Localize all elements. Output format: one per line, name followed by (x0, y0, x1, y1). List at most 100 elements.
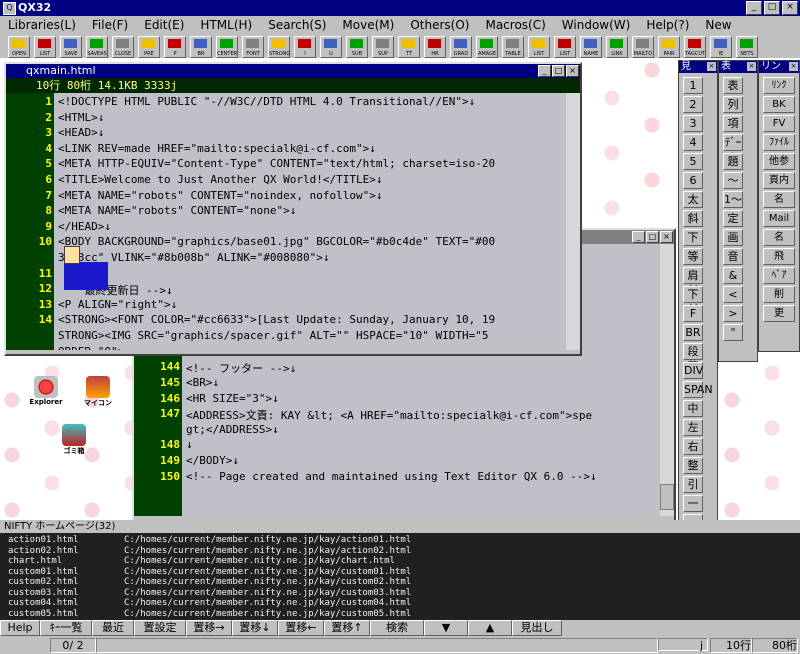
file-list-name[interactable]: action01.html (8, 535, 78, 545)
palette-button[interactable]: 段落 (683, 343, 703, 373)
toolbar-button[interactable]: U (320, 36, 342, 58)
explorer-desktop-icon[interactable]: Explorer (26, 376, 66, 406)
palette-button[interactable]: 左 (683, 419, 703, 436)
app-menu-icon[interactable]: Q (3, 2, 16, 15)
function-key-button[interactable]: 最近 (92, 620, 134, 636)
toolbar-button[interactable]: SUP (372, 36, 394, 58)
file-list-name[interactable]: chart.html (8, 556, 62, 566)
toolbar-button[interactable]: SAVEAS (86, 36, 108, 58)
toolbar-button[interactable]: HR (424, 36, 446, 58)
palette-button[interactable]: 中 (683, 400, 703, 417)
file-list-path[interactable]: C:/homes/current/member.nifty.ne.jp/kay/… (124, 588, 411, 598)
file-list-name[interactable]: custom03.html (8, 588, 78, 598)
file-list-name[interactable]: custom05.html (8, 609, 78, 619)
toolbar-button[interactable]: PRE (138, 36, 160, 58)
toolbar-button[interactable]: LINK (606, 36, 628, 58)
palette-button[interactable]: 項 (723, 115, 743, 132)
toolbar-button[interactable]: TAGCUT (684, 36, 706, 58)
file-list-path[interactable]: C:/homes/current/member.nifty.ne.jp/kay/… (124, 546, 411, 556)
file-list-path[interactable]: C:/homes/current/member.nifty.ne.jp/kay/… (124, 598, 411, 608)
file-list-name[interactable]: custom02.html (8, 577, 78, 587)
function-key-button[interactable]: 置移↓ (232, 620, 278, 636)
palette-button[interactable]: 下 (683, 229, 703, 246)
palette-button[interactable]: 6 (683, 172, 703, 189)
menu-item[interactable]: Move(M) (334, 16, 402, 34)
function-key-button[interactable]: 置移← (278, 620, 324, 636)
toolbar-button[interactable]: NAME (580, 36, 602, 58)
scroll-thumb[interactable] (660, 484, 674, 510)
toolbar-button[interactable]: CENTER (216, 36, 238, 58)
toolbar-button[interactable]: MAILTO (632, 36, 654, 58)
toolbar-button[interactable]: SUB (346, 36, 368, 58)
palette-button[interactable]: 表 (723, 77, 743, 94)
toolbar-button[interactable]: OPEN (8, 36, 30, 58)
file-list-name[interactable]: action02.html (8, 546, 78, 556)
menu-item[interactable]: Search(S) (260, 16, 334, 34)
toolbar-button[interactable]: LIST (34, 36, 56, 58)
file-list-name[interactable]: custom04.html (8, 598, 78, 608)
toolbar-button[interactable]: TT (398, 36, 420, 58)
palette-button[interactable]: ﾃﾞｰﾀ (723, 134, 743, 164)
palette-button[interactable]: DIV (683, 362, 703, 379)
palette-button[interactable]: ﾍﾟｱ (763, 267, 795, 284)
file-list-path[interactable]: C:/homes/current/member.nifty.ne.jp/kay/… (124, 609, 411, 619)
menu-item[interactable]: Edit(E) (136, 16, 192, 34)
minimize-button[interactable]: _ (538, 65, 551, 77)
menu-item[interactable]: Macros(C) (477, 16, 553, 34)
palette-button[interactable]: SPAN (683, 381, 713, 398)
close-button[interactable]: × (566, 65, 579, 77)
palette-button[interactable]: > (723, 305, 743, 322)
palette-button[interactable]: " (723, 324, 743, 341)
menu-item[interactable]: New (697, 16, 739, 34)
menu-item[interactable]: Window(W) (554, 16, 639, 34)
palette-button[interactable]: 肩付 (683, 267, 703, 297)
window-title[interactable]: qxmain.html _ □ × (6, 64, 580, 78)
mycomputer-desktop-icon[interactable]: マイコン (78, 376, 118, 408)
palette-button[interactable]: 削 (763, 286, 795, 303)
file-list-path[interactable]: C:/homes/current/member.nifty.ne.jp/kay/… (124, 535, 411, 545)
palette-button[interactable]: 一 (683, 495, 703, 512)
maximize-button[interactable]: □ (646, 231, 659, 243)
palette-button[interactable]: 斜 (683, 210, 703, 227)
palette-button[interactable]: 3 (683, 115, 703, 132)
close-button[interactable]: × (660, 231, 673, 243)
palette-button[interactable]: 画 (723, 229, 743, 246)
function-key-button[interactable]: 検索 (370, 620, 424, 636)
menu-item[interactable]: Help(?) (638, 16, 697, 34)
palette-button[interactable]: FV (763, 115, 795, 132)
function-key-button[interactable]: 見出し (512, 620, 562, 636)
close-button[interactable]: × (782, 1, 798, 15)
palette-button[interactable]: < (723, 286, 743, 303)
palette-button[interactable]: ﾘﾝｸ (763, 77, 795, 94)
palette-button[interactable]: ～ (723, 172, 743, 189)
toolbar-button[interactable]: STRONG (268, 36, 290, 58)
palette-button[interactable]: 頁内 (763, 172, 795, 189)
toolbar-button[interactable]: PAIR (658, 36, 680, 58)
palette-button[interactable]: 定 (723, 210, 743, 227)
toolbar-button[interactable]: AMAGE (476, 36, 498, 58)
file-list-name[interactable]: custom01.html (8, 567, 78, 577)
toolbar-button[interactable]: LIST (528, 36, 550, 58)
toolbar-button[interactable]: BR (190, 36, 212, 58)
palette-button[interactable]: BR (683, 324, 703, 341)
palette-button[interactable]: 右 (683, 438, 703, 455)
close-icon[interactable]: × (789, 62, 798, 71)
palette-button[interactable]: 下付 (683, 286, 703, 316)
palette-button[interactable]: 名 (763, 191, 795, 208)
palette-button[interactable]: 1～ (723, 191, 743, 208)
file-list-path[interactable]: C:/homes/current/member.nifty.ne.jp/kay/… (124, 567, 411, 577)
palette-button[interactable]: 2 (683, 96, 703, 113)
menu-item[interactable]: Others(O) (402, 16, 477, 34)
palette-button[interactable]: ﾌｧｲﾙ (763, 134, 795, 151)
palette-button[interactable]: 音 (723, 248, 743, 265)
file-list-path[interactable]: C:/homes/current/member.nifty.ne.jp/kay/… (124, 556, 395, 566)
close-icon[interactable]: × (707, 62, 716, 71)
palette-button[interactable]: 列 (723, 96, 743, 113)
palette-button[interactable]: 等 (683, 248, 703, 265)
function-key-button[interactable]: ▲ (468, 620, 512, 636)
toolbar-button[interactable]: LIST (554, 36, 576, 58)
palette-button[interactable]: 1 (683, 77, 703, 94)
file-list-path[interactable]: C:/homes/current/member.nifty.ne.jp/kay/… (124, 577, 411, 587)
function-key-button[interactable]: Help (0, 620, 40, 636)
menu-item[interactable]: File(F) (84, 16, 136, 34)
